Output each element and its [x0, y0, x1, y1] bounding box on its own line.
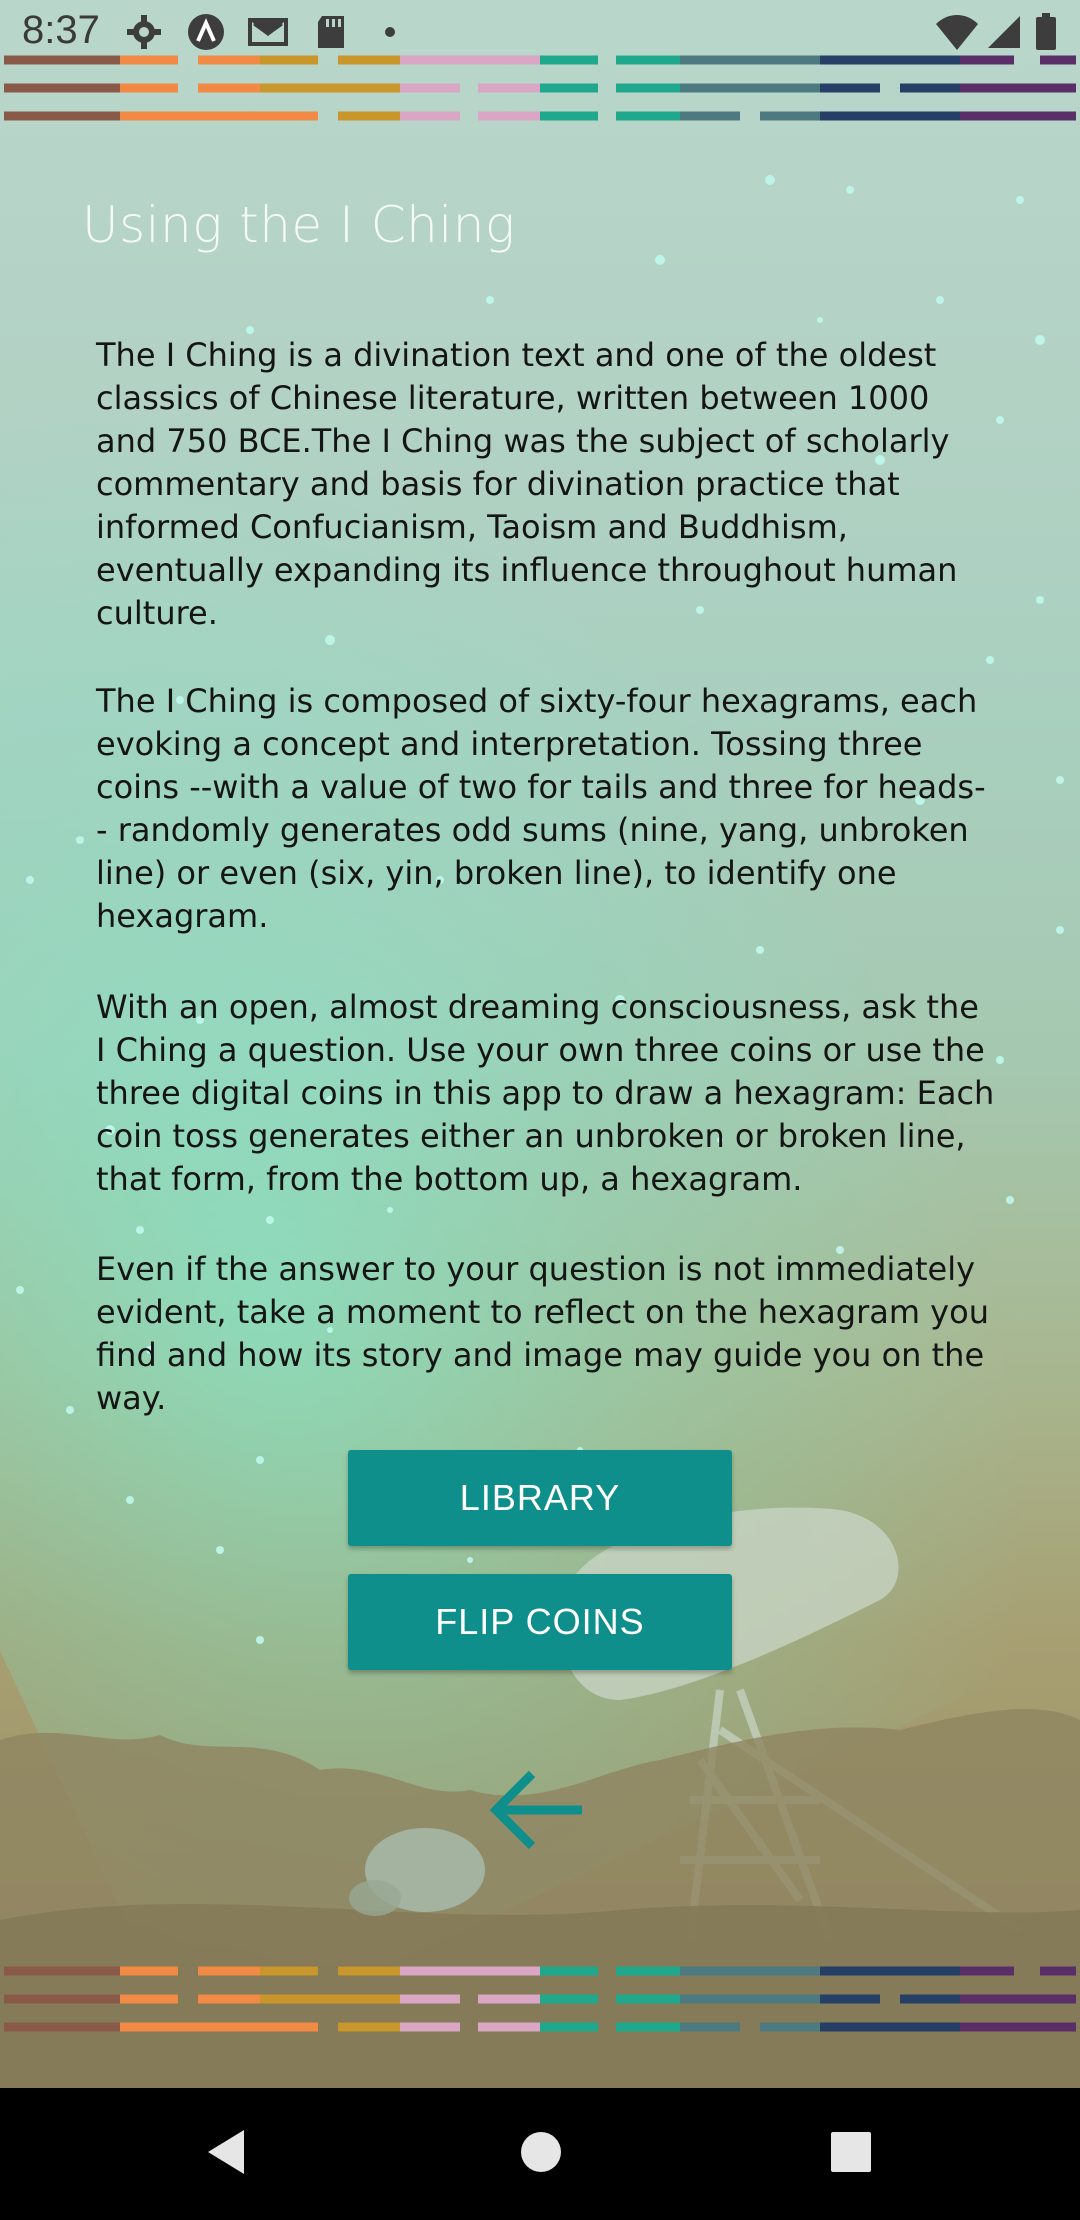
dot-icon	[385, 27, 395, 37]
library-button[interactable]: LIBRARY	[348, 1450, 732, 1546]
page-title: Using the I Ching	[82, 196, 516, 254]
intro-paragraph: The I Ching is a divination text and one…	[96, 336, 958, 632]
wifi-icon	[936, 15, 978, 50]
gmail-icon	[248, 18, 288, 46]
sd-card-icon	[318, 16, 344, 48]
status-time: 8:37	[22, 8, 100, 52]
a-circle-icon	[188, 14, 224, 50]
flip-coins-button[interactable]: FLIP COINS	[348, 1574, 732, 1670]
navigation-bar	[0, 2088, 1080, 2220]
back-triangle-icon[interactable]	[200, 2124, 250, 2180]
screen: 8:37 Using the I Ching The I Ching is a …	[0, 0, 1080, 2220]
cell-signal-icon	[988, 16, 1020, 48]
gear-icon	[127, 15, 161, 49]
top-hexagram-stripes	[4, 55, 1076, 121]
back-arrow-icon[interactable]	[488, 1768, 584, 1852]
bottom-hexagram-stripes	[4, 1966, 1076, 2032]
hexagram-paragraph: The I Ching is composed of sixty-four he…	[96, 682, 986, 935]
reflection-paragraph: Even if the answer to your question is n…	[96, 1250, 989, 1417]
question-paragraph: With an open, almost dreaming consciousn…	[96, 988, 995, 1198]
home-circle-icon[interactable]	[516, 2124, 566, 2180]
recents-square-icon[interactable]	[826, 2124, 876, 2180]
battery-icon	[1036, 13, 1056, 50]
